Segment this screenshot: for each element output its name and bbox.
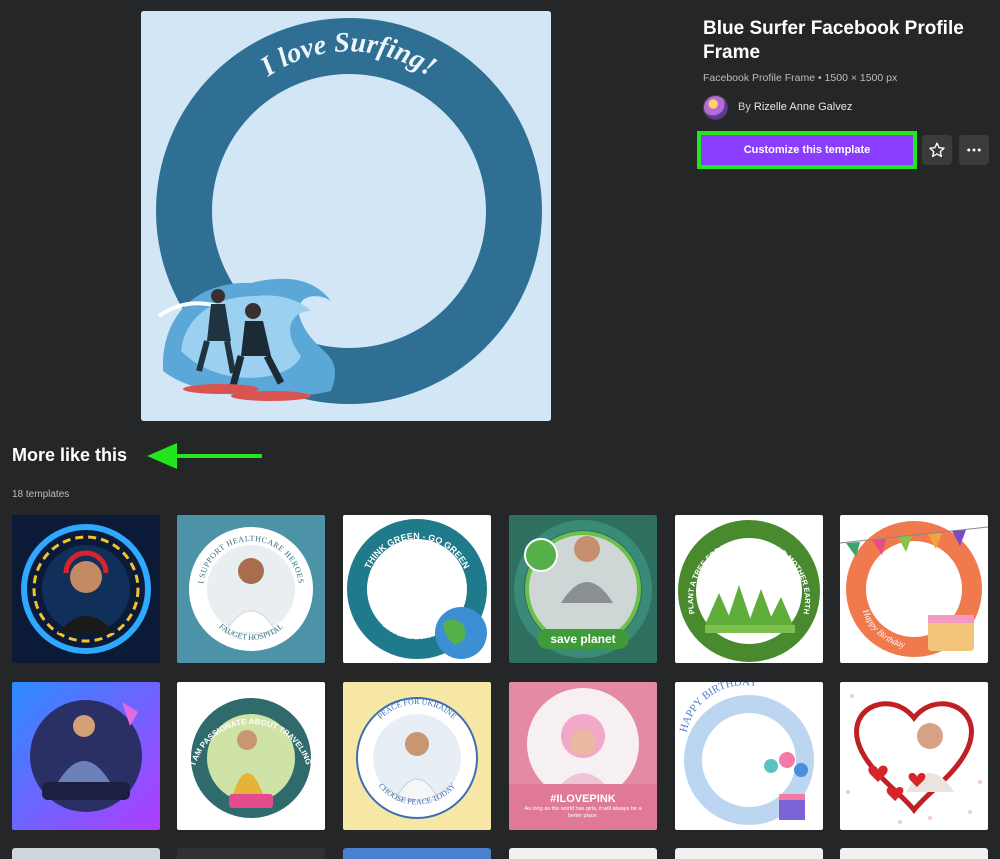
customize-template-button[interactable]: Customize this template xyxy=(701,135,913,165)
thumb-text: #ILOVEPINK xyxy=(550,793,615,805)
template-thumb-peek[interactable] xyxy=(840,848,988,859)
more-options-button[interactable] xyxy=(959,135,989,165)
template-thumb-green-earth[interactable]: THINK GREEN - GO GREEN SAVE EARTH xyxy=(343,515,491,663)
template-thumb-save-planet[interactable]: save planet xyxy=(509,515,657,663)
cta-highlight: Customize this template xyxy=(697,131,917,169)
author-avatar[interactable] xyxy=(703,94,728,120)
thumb-text: As long as the world has girls, it will … xyxy=(524,806,642,819)
favorite-button[interactable] xyxy=(922,135,952,165)
template-thumb-peek[interactable] xyxy=(509,848,657,859)
author-prefix: By xyxy=(738,101,751,113)
arrow-left-icon xyxy=(147,443,262,469)
more-icon xyxy=(967,148,981,152)
template-thumb-ukraine[interactable]: PEACE FOR UKRAINE CHOOSE PEACE TODAY xyxy=(343,682,491,830)
template-thumb-peek[interactable] xyxy=(12,848,160,859)
template-thumb-hearts[interactable] xyxy=(840,682,988,830)
author-name[interactable]: Rizelle Anne Galvez xyxy=(754,101,852,113)
author-label[interactable]: By Rizelle Anne Galvez xyxy=(738,101,852,113)
template-thumb-peek[interactable] xyxy=(675,848,823,859)
author-row[interactable]: By Rizelle Anne Galvez xyxy=(703,94,852,120)
template-thumb-pink[interactable]: #ILOVEPINK As long as the world has girl… xyxy=(509,682,657,830)
star-icon xyxy=(929,142,945,158)
template-thumb-peek[interactable] xyxy=(343,848,491,859)
template-preview[interactable]: I love Surfing! xyxy=(141,11,551,421)
template-thumb-neon-ring[interactable] xyxy=(12,515,160,663)
template-thumb-travel[interactable]: I AM PASSIONATE ABOUT TRAVELING xyxy=(177,682,325,830)
thumb-text: save planet xyxy=(550,632,615,646)
template-title: Blue Surfer Facebook Profile Frame xyxy=(703,18,964,63)
template-thumb-dj[interactable] xyxy=(12,682,160,830)
template-meta: Facebook Profile Frame • 1500 × 1500 px xyxy=(703,72,898,84)
template-thumb-birthday-blue[interactable]: HAPPY BIRTHDAY xyxy=(675,682,823,830)
template-thumb-healthcare[interactable]: I SUPPORT HEALTHCARE HEROES FAUGET HOSPI… xyxy=(177,515,325,663)
template-thumb-birthday-orange[interactable]: Happy Birthday xyxy=(840,515,988,663)
template-thumb-peek[interactable] xyxy=(177,848,325,859)
template-thumb-plant-tree[interactable]: PLANT A TREE FOR YOU AND ME AND MOTHER E… xyxy=(675,515,823,663)
more-like-this-heading: More like this xyxy=(12,445,128,465)
template-count: 18 templates xyxy=(12,489,70,500)
